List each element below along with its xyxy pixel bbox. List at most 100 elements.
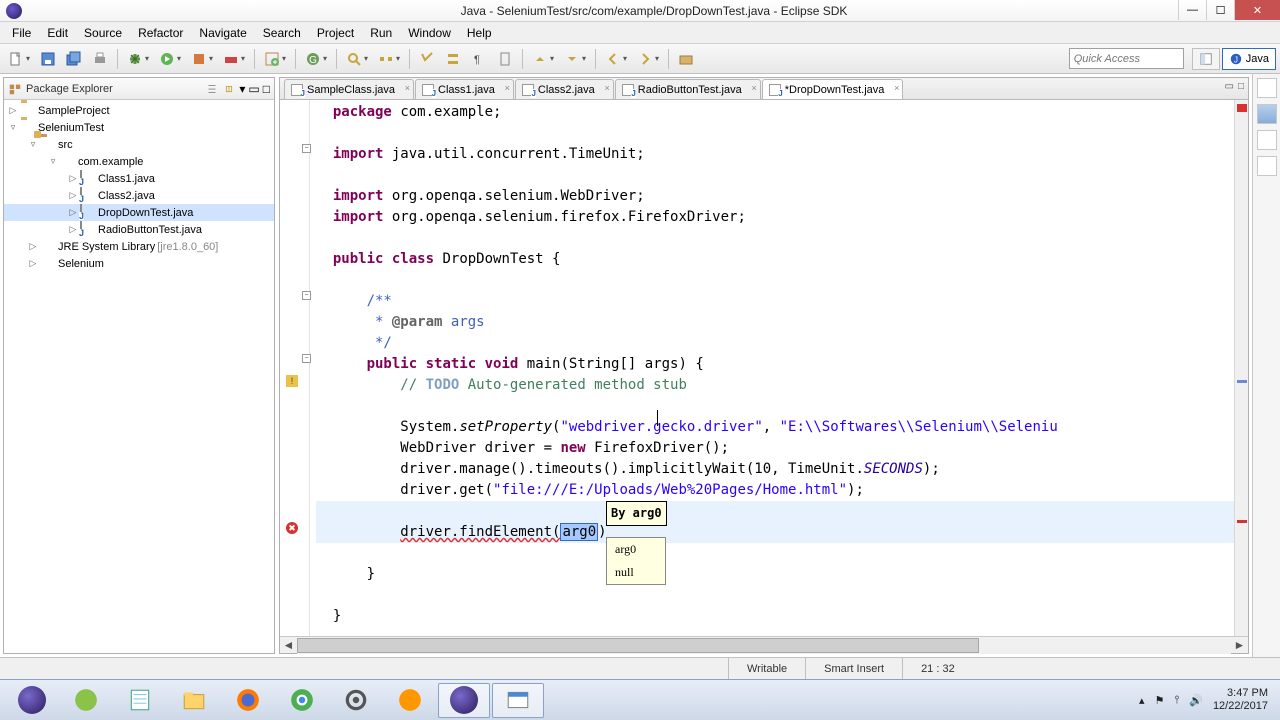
toggle-mark-button[interactable] [415, 47, 439, 71]
maximize-button[interactable]: ☐ [1206, 0, 1234, 20]
taskbar-notepad-icon[interactable] [114, 683, 166, 718]
menu-file[interactable]: File [4, 24, 39, 42]
restore-view-button[interactable] [1257, 78, 1277, 98]
menu-project[interactable]: Project [309, 24, 362, 42]
close-icon[interactable]: × [751, 83, 756, 93]
taskbar-eclipse-active-icon[interactable] [438, 683, 490, 718]
content-assist-popup[interactable]: arg0 null [606, 537, 666, 585]
run-last-button[interactable] [187, 47, 211, 71]
save-all-button[interactable] [62, 47, 86, 71]
print-button[interactable] [88, 47, 112, 71]
taskbar-window-icon[interactable] [492, 683, 544, 718]
minimize-editor-icon[interactable]: ▭ [1225, 81, 1234, 92]
tray-flag-icon[interactable]: ⚑ [1155, 694, 1165, 707]
editor-tab[interactable]: Class1.java× [415, 79, 514, 99]
java-perspective-button[interactable]: JJava [1222, 48, 1276, 70]
task-list-view-button[interactable] [1257, 130, 1277, 150]
editor-tab-active[interactable]: *DropDownTest.java× [762, 79, 904, 99]
chevron-down-icon[interactable]: ▾ [26, 54, 34, 63]
menu-search[interactable]: Search [255, 24, 309, 42]
editor-tab[interactable]: SampleClass.java× [284, 79, 414, 99]
next-annotation-button[interactable] [528, 47, 552, 71]
editor-gutter[interactable]: − − − ! ✖ [280, 100, 310, 636]
tree-package[interactable]: com.example [78, 156, 143, 168]
maximize-editor-icon[interactable]: □ [1238, 81, 1244, 92]
chevron-down-icon[interactable]: ▾ [582, 54, 590, 63]
tree-java-file[interactable]: Class1.java [98, 173, 155, 185]
code-editor[interactable]: package com.example; import java.util.co… [310, 100, 1234, 636]
open-type-button[interactable]: G [301, 47, 325, 71]
open-task-button[interactable] [674, 47, 698, 71]
new-package-button[interactable] [260, 47, 284, 71]
view-menu-icon[interactable]: ▾ [239, 82, 245, 96]
maximize-view-icon[interactable]: □ [263, 82, 270, 96]
minimize-button[interactable]: — [1178, 0, 1206, 20]
toggle-block-button[interactable] [441, 47, 465, 71]
chevron-down-icon[interactable]: ▾ [209, 54, 217, 63]
taskbar-android-studio-icon[interactable] [60, 683, 112, 718]
back-button[interactable] [601, 47, 625, 71]
close-icon[interactable]: × [605, 83, 610, 93]
tray-volume-icon[interactable]: 🔊 [1189, 694, 1203, 707]
menu-run[interactable]: Run [362, 24, 400, 42]
tree-source-folder[interactable]: src [58, 139, 73, 151]
menu-navigate[interactable]: Navigate [191, 24, 254, 42]
menu-refactor[interactable]: Refactor [130, 24, 191, 42]
chevron-down-icon[interactable]: ▾ [623, 54, 631, 63]
tray-network-icon[interactable]: ⫯ [1174, 694, 1179, 707]
menu-source[interactable]: Source [76, 24, 130, 42]
scroll-right-button[interactable]: ► [1231, 637, 1248, 654]
chevron-down-icon[interactable]: ▾ [550, 54, 558, 63]
chevron-down-icon[interactable]: ▾ [396, 54, 404, 63]
system-tray[interactable]: ▴ ⚑ ⫯ 🔊 3:47 PM 12/22/2017 [1139, 687, 1274, 713]
taskbar-media-icon[interactable] [384, 683, 436, 718]
taskbar-file-explorer-icon[interactable] [168, 683, 220, 718]
outline-view-button[interactable] [1257, 104, 1277, 124]
suggestion-item[interactable]: arg0 [607, 538, 665, 561]
collapse-all-icon[interactable] [205, 82, 219, 96]
open-perspective-button[interactable] [1192, 48, 1220, 70]
tree-java-file[interactable]: Class2.java [98, 190, 155, 202]
taskbar-chrome-icon[interactable] [276, 683, 328, 718]
search-button[interactable] [342, 47, 366, 71]
chevron-down-icon[interactable]: ▾ [655, 54, 663, 63]
tray-up-icon[interactable]: ▴ [1139, 694, 1145, 707]
save-button[interactable] [36, 47, 60, 71]
link-editor-icon[interactable] [222, 82, 236, 96]
chevron-down-icon[interactable]: ▾ [241, 54, 249, 63]
debug-button[interactable] [123, 47, 147, 71]
tree-java-file[interactable]: RadioButtonTest.java [98, 224, 202, 236]
chevron-down-icon[interactable]: ▾ [145, 54, 153, 63]
windows-taskbar[interactable]: ▴ ⚑ ⫯ 🔊 3:47 PM 12/22/2017 [0, 679, 1280, 720]
menu-edit[interactable]: Edit [39, 24, 76, 42]
chevron-down-icon[interactable]: ▾ [177, 54, 185, 63]
new-button[interactable] [4, 47, 28, 71]
pin-button[interactable] [493, 47, 517, 71]
tree-project[interactable]: SampleProject [38, 105, 110, 117]
forward-button[interactable] [633, 47, 657, 71]
tree-java-file[interactable]: DropDownTest.java [98, 207, 193, 219]
close-icon[interactable]: × [894, 83, 899, 93]
overview-ruler[interactable] [1234, 100, 1248, 636]
taskbar-firefox-icon[interactable] [222, 683, 274, 718]
tree-library[interactable]: Selenium [58, 258, 104, 270]
show-whitespace-button[interactable]: ¶ [467, 47, 491, 71]
menu-help[interactable]: Help [459, 24, 500, 42]
editor-tab[interactable]: Class2.java× [515, 79, 614, 99]
minimize-view-icon[interactable]: ▭ [248, 82, 259, 96]
run-button[interactable] [155, 47, 179, 71]
horizontal-scrollbar[interactable]: ◄ ► [280, 636, 1248, 653]
tree-project[interactable]: SeleniumTest [38, 122, 104, 134]
scroll-left-button[interactable]: ◄ [280, 637, 297, 654]
close-icon[interactable]: × [505, 83, 510, 93]
close-button[interactable]: ✕ [1234, 0, 1280, 20]
scroll-thumb[interactable] [297, 638, 979, 653]
chevron-down-icon[interactable]: ▾ [323, 54, 331, 63]
taskbar-eclipse-icon[interactable] [6, 683, 58, 718]
menu-window[interactable]: Window [400, 24, 459, 42]
taskbar-settings-icon[interactable] [330, 683, 382, 718]
suggestion-item[interactable]: null [607, 561, 665, 584]
close-icon[interactable]: × [405, 83, 410, 93]
another-view-button[interactable] [1257, 156, 1277, 176]
external-tools-button[interactable] [219, 47, 243, 71]
